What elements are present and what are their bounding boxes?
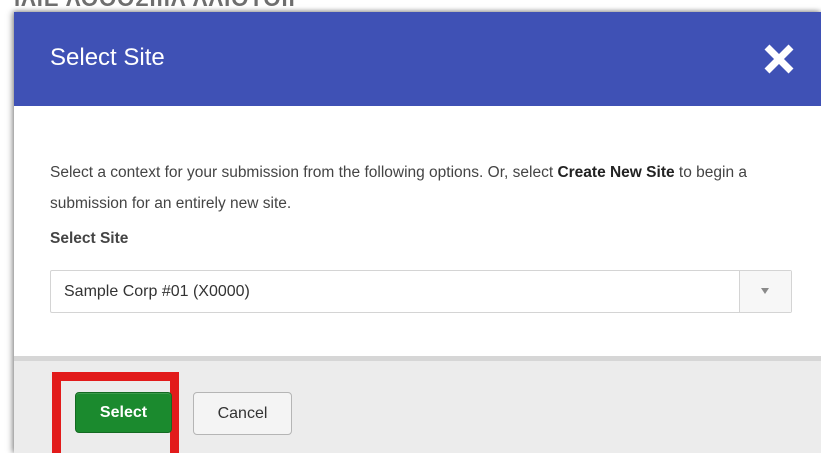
- site-select-dropdown[interactable]: Sample Corp #01 (X0000): [50, 270, 792, 313]
- select-site-label: Select Site: [50, 230, 129, 247]
- chevron-down-icon: [761, 288, 769, 294]
- dialog-title: Select Site: [50, 44, 165, 71]
- site-select-value: Sample Corp #01 (X0000): [64, 283, 250, 300]
- select-button[interactable]: Select: [75, 392, 172, 433]
- dialog-footer: Select Cancel: [14, 356, 821, 453]
- select-site-dialog: Select Site Select a context for your su…: [14, 12, 821, 453]
- description-create-new-site: Create New Site: [557, 164, 675, 181]
- dialog-body: Select a context for your submission fro…: [14, 106, 821, 356]
- cancel-button[interactable]: Cancel: [193, 392, 292, 435]
- dialog-header: Select Site: [14, 12, 821, 106]
- close-icon: [764, 44, 794, 74]
- dialog-description: Select a context for your submission fro…: [50, 157, 770, 219]
- description-text-start: Select a context for your submission fro…: [50, 164, 558, 181]
- close-button[interactable]: [761, 41, 797, 77]
- background-heading: ΙΛΙΕ ΛΟΟΟΣΙΙΙΛ ΛΛΙΟΤΟΙΙ: [14, 0, 296, 12]
- screen: ΙΛΙΕ ΛΟΟΟΣΙΙΙΛ ΛΛΙΟΤΟΙΙ Select Site Sele…: [0, 0, 821, 453]
- dropdown-toggle[interactable]: [739, 271, 791, 312]
